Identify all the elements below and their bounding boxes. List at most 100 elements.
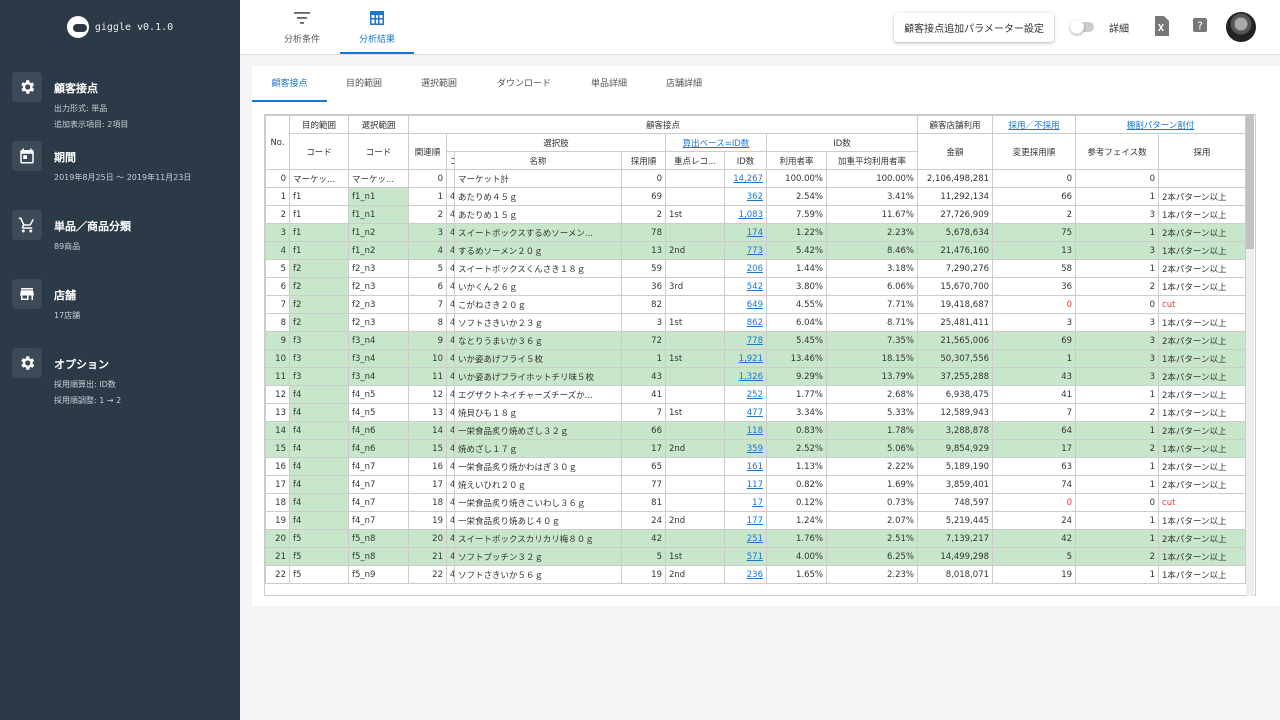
id-count-link-text[interactable]: 862	[747, 318, 763, 328]
table-row[interactable]: 20f5f5_n8204.スイートボックスカリカリ梅８０ｇ422511.76%2…	[265, 529, 1247, 548]
id-count-link[interactable]: 649	[724, 295, 767, 314]
table-cell: 15	[408, 439, 447, 458]
id-count-link[interactable]: 1,083	[724, 205, 767, 224]
id-count-link[interactable]: 14,267	[724, 169, 767, 188]
results-table-container[interactable]: No. 目的範囲 選択範囲 顧客接点 顧客店舗利用 採用／不採用 棚割パターン割…	[264, 114, 1256, 596]
id-count-link-text[interactable]: 542	[747, 282, 763, 292]
id-count-link-text[interactable]: 177	[747, 516, 763, 526]
id-count-link-text[interactable]: 477	[747, 408, 763, 418]
table-scrollbar[interactable]	[1246, 114, 1254, 596]
id-count-link[interactable]: 236	[724, 565, 767, 584]
sidebar-item-title: 店舗	[54, 289, 76, 302]
id-count-link[interactable]: 477	[724, 403, 767, 422]
id-count-link-text[interactable]: 359	[747, 444, 763, 454]
tab-analysis-conditions[interactable]: 分析条件	[276, 6, 328, 54]
id-count-link[interactable]: 542	[724, 277, 767, 296]
id-count-link[interactable]: 778	[724, 331, 767, 350]
id-count-link-text[interactable]: 571	[747, 552, 763, 562]
id-count-link[interactable]: 117	[724, 475, 767, 494]
table-cell: 4.	[446, 547, 455, 566]
id-count-link[interactable]: 161	[724, 457, 767, 476]
id-count-link[interactable]: 17	[724, 493, 767, 512]
subtab-touchpoint[interactable]: 顧客接点	[252, 66, 327, 102]
id-count-link[interactable]: 174	[724, 223, 767, 242]
id-count-link-text[interactable]: 778	[747, 336, 763, 346]
id-count-link-text[interactable]: 649	[747, 300, 763, 310]
table-row[interactable]: 6f2f2_n364.いかくん２６ｇ363rd5423.80%6.06%15,6…	[265, 277, 1247, 296]
table-row[interactable]: 12f4f4_n5124.エグザクトネイチャーズチーズか...412521.77…	[265, 385, 1247, 404]
id-count-link[interactable]: 571	[724, 547, 767, 566]
table-cell: 5.42%	[766, 241, 827, 260]
table-cell: 0	[621, 169, 666, 188]
subtab-store-detail[interactable]: 店舗詳細	[652, 66, 716, 102]
sidebar-item-title: オプション	[54, 358, 109, 371]
id-count-link-text[interactable]: 117	[747, 480, 763, 490]
id-count-link-text[interactable]: 174	[747, 228, 763, 238]
id-count-link-text[interactable]: 773	[747, 246, 763, 256]
adopt-reject-link[interactable]: 採用／不採用	[992, 115, 1077, 134]
id-count-link-text[interactable]: 206	[747, 264, 763, 274]
id-count-link[interactable]: 362	[724, 187, 767, 206]
id-count-link-text[interactable]: 161	[747, 462, 763, 472]
id-count-link[interactable]: 1,326	[724, 367, 767, 386]
id-count-link[interactable]: 773	[724, 241, 767, 260]
subtab-download[interactable]: ダウンロード	[484, 66, 564, 102]
id-count-link-text[interactable]: 1,083	[739, 210, 763, 220]
table-row[interactable]: 16f4f4_n7164.一栄食品炙り焼かわはぎ３０ｇ651611.13%2.2…	[265, 457, 1247, 476]
id-count-link-text[interactable]: 1,921	[739, 354, 763, 364]
table-row[interactable]: 3f1f1_n234.スイートボックスするめソーメン...781741.22%2…	[265, 223, 1247, 242]
table-cell: 66	[621, 421, 666, 440]
table-cell: 69	[621, 187, 666, 206]
table-row[interactable]: 13f4f4_n5134.焼貝ひも１８ｇ71st4773.34%5.33%12,…	[265, 403, 1247, 422]
table-row[interactable]: 22f5f5_n9224.ソフトさきいか５６ｇ192nd2361.65%2.23…	[265, 565, 1247, 584]
id-count-link[interactable]: 177	[724, 511, 767, 530]
customer-touchpoint-params-button[interactable]: 顧客接点追加パラメーター設定	[894, 13, 1054, 42]
table-row[interactable]: 15f4f4_n6154.焼めざし１７ｇ172nd3592.52%5.06%9,…	[265, 439, 1247, 458]
id-count-link-text[interactable]: 236	[747, 570, 763, 580]
excel-icon[interactable]	[1153, 16, 1169, 36]
calc-base-link[interactable]: 算出ベース=ID数	[665, 133, 767, 152]
id-count-link-text[interactable]: 251	[747, 534, 763, 544]
table-row[interactable]: 18f4f4_n7184.一栄食品炙り焼きこいわし３６ｇ81170.12%0.7…	[265, 493, 1247, 512]
table-row[interactable]: 11f3f3_n4114.いか姿あげフライホットチリ味５枚431,3269.29…	[265, 367, 1247, 386]
id-count-link-text[interactable]: 118	[747, 426, 763, 436]
id-count-link-text[interactable]: 252	[747, 390, 763, 400]
table-row[interactable]: 9f3f3_n494.なとりうまいか３６ｇ727785.45%7.35%21,5…	[265, 331, 1247, 350]
help-icon[interactable]: ?	[1192, 17, 1208, 37]
table-row[interactable]: 2f1f1_n124.あたりめ１５ｇ21st1,0837.59%11.67%27…	[265, 205, 1247, 224]
table-cell: 2.52%	[766, 439, 827, 458]
table-row[interactable]: 1f1f1_n114.あたりめ４５ｇ693622.54%3.41%11,292,…	[265, 187, 1247, 206]
table-row[interactable]: 17f4f4_n7174.焼えいひれ２０ｇ771170.82%1.69%3,85…	[265, 475, 1247, 494]
table-cell: 9.29%	[766, 367, 827, 386]
subtab-item-detail[interactable]: 単品詳細	[577, 66, 641, 102]
subtab-selection-range[interactable]: 選択範囲	[407, 66, 471, 102]
id-count-link[interactable]: 252	[724, 385, 767, 404]
gear-icon	[12, 348, 42, 378]
shelf-pattern-link[interactable]: 棚割パターン割付	[1075, 115, 1247, 134]
col-adopt-order: 採用順	[621, 151, 666, 170]
table-row[interactable]: 10f3f3_n4104.いか姿あげフライ５枚11st1,92113.46%18…	[265, 349, 1247, 368]
table-row[interactable]: 8f2f2_n384.ソフトさきいか２３ｇ31st8626.04%8.71%25…	[265, 313, 1247, 332]
table-row[interactable]: 5f2f2_n354.スイートボックスくんさき１８ｇ592061.44%3.18…	[265, 259, 1247, 278]
table-row[interactable]: 21f5f5_n8214.ソフトプッチン３２ｇ51st5714.00%6.25%…	[265, 547, 1247, 566]
id-count-link[interactable]: 251	[724, 529, 767, 548]
table-row[interactable]: 0 マーケッ... マーケッ... 0 マーケット計 0 14,267 100.00% 100.…	[265, 169, 1247, 188]
id-count-link[interactable]: 118	[724, 421, 767, 440]
subtab-purpose-range[interactable]: 目的範囲	[332, 66, 396, 102]
user-avatar[interactable]	[1226, 12, 1256, 42]
table-row[interactable]: 7f2f2_n374.こがねさき２０ｇ826494.55%7.71%19,418…	[265, 295, 1247, 314]
table-row[interactable]: 4f1f1_n244.するめソーメン２０ｇ132nd7735.42%8.46%2…	[265, 241, 1247, 260]
id-count-link-text[interactable]: 362	[747, 192, 763, 202]
id-count-link[interactable]: 359	[724, 439, 767, 458]
id-count-link[interactable]: 1,921	[724, 349, 767, 368]
detail-toggle[interactable]	[1070, 20, 1096, 34]
id-count-link-text[interactable]: 1,326	[739, 372, 763, 382]
table-row[interactable]: 19f4f4_n7194.一栄食品炙り焼あじ４０ｇ242nd1771.24%2.…	[265, 511, 1247, 530]
id-count-link[interactable]: 206	[724, 259, 767, 278]
id-count-link[interactable]: 862	[724, 313, 767, 332]
id-count-link-text[interactable]: 14,267	[733, 174, 763, 184]
id-count-link-text[interactable]: 17	[752, 498, 763, 508]
tab-analysis-results[interactable]: 分析結果	[340, 6, 414, 54]
scrollbar-thumb[interactable]	[1246, 114, 1254, 249]
table-row[interactable]: 14f4f4_n6144.一栄食品炙り焼めざし３２ｇ661180.83%1.78…	[265, 421, 1247, 440]
